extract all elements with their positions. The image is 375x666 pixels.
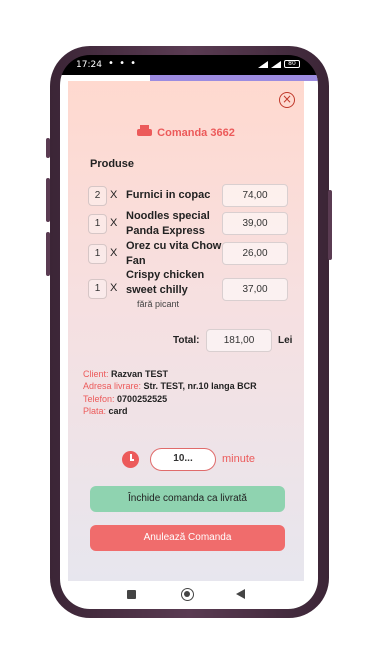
item-name-line1: Furnici in copac — [126, 189, 211, 201]
item-name-line2: Panda Express — [126, 225, 205, 237]
item-price[interactable]: 39,00 — [222, 212, 288, 235]
item-times-sign: X — [110, 247, 118, 259]
item-price[interactable]: 74,00 — [222, 184, 288, 207]
minutes-label: minute — [222, 453, 256, 465]
item-name-line2: Fan — [126, 255, 146, 267]
item-name-line1: Crispy chicken — [126, 269, 205, 281]
item-name: Orez cu vita Chow Fan — [126, 239, 221, 269]
back-icon[interactable] — [236, 589, 245, 599]
status-notification-dots: • • • — [108, 58, 138, 69]
signal-4g-icon — [271, 60, 281, 68]
item-name-line1: Noodles special — [126, 210, 210, 222]
phone-side-button — [46, 178, 50, 222]
status-time: 17:24 — [76, 60, 102, 70]
phone-screen: 17:24 • • • 80 × Comanda 3662 Produse 2 … — [60, 55, 318, 609]
clock-icon — [122, 451, 139, 468]
phone-side-button — [46, 138, 50, 158]
client-info: Client: Razvan TEST — [83, 369, 168, 379]
item-quantity[interactable]: 1 — [88, 279, 107, 299]
item-quantity[interactable]: 1 — [88, 244, 107, 264]
client-value: Razvan TEST — [111, 369, 169, 379]
payment-info: Plata: card — [83, 406, 128, 416]
signal-icon — [258, 60, 268, 68]
app-view: × Comanda 3662 Produse 2 X Furnici in co… — [60, 75, 318, 581]
order-title-text: Comanda 3662 — [157, 127, 235, 139]
phone-side-button — [46, 232, 50, 276]
close-icon[interactable]: × — [279, 92, 295, 108]
item-name: Crispy chicken sweet chilly — [126, 268, 204, 298]
item-name-line2: sweet chilly — [126, 284, 188, 296]
total-value: 181,00 — [206, 329, 272, 352]
status-bar: 17:24 • • • 80 — [60, 55, 318, 75]
item-note: fără picant — [137, 299, 180, 309]
order-title: Comanda 3662 — [68, 125, 304, 139]
item-quantity[interactable]: 1 — [88, 214, 107, 234]
payment-value: card — [108, 406, 128, 416]
phone-info: Telefon: 0700252525 — [83, 394, 167, 404]
phone-key: Telefon: — [83, 394, 115, 404]
item-price[interactable]: 26,00 — [222, 242, 288, 265]
products-label: Produse — [90, 158, 135, 170]
cancel-order-button[interactable]: Anulează Comanda — [90, 525, 285, 551]
minutes-input[interactable]: 10... — [150, 448, 216, 471]
total-label: Total: — [173, 335, 200, 346]
home-icon[interactable] — [181, 588, 194, 601]
item-times-sign: X — [110, 217, 118, 229]
item-times-sign: X — [110, 189, 118, 201]
payment-key: Plata: — [83, 406, 107, 416]
item-quantity[interactable]: 2 — [88, 186, 107, 206]
mark-delivered-button[interactable]: Închide comanda ca livrată — [90, 486, 285, 512]
recent-apps-icon[interactable] — [127, 590, 136, 599]
android-nav-bar — [60, 581, 318, 609]
order-modal: × Comanda 3662 Produse 2 X Furnici in co… — [68, 81, 304, 581]
item-name-line1: Orez cu vita Chow — [126, 240, 222, 252]
item-name: Furnici in copac — [126, 188, 210, 203]
total-currency: Lei — [278, 335, 293, 346]
address-value: Str. TEST, nr.10 langa BCR — [143, 381, 257, 391]
address-info: Adresa livrare: Str. TEST, nr.10 langa B… — [83, 381, 257, 391]
client-key: Client: — [83, 369, 109, 379]
item-times-sign: X — [110, 282, 118, 294]
battery-icon: 80 — [284, 60, 300, 68]
phone-power-button — [328, 190, 332, 260]
item-name: Noodles special Panda Express — [126, 209, 210, 239]
item-price[interactable]: 37,00 — [222, 278, 288, 301]
printer-icon[interactable] — [137, 125, 153, 138]
phone-value[interactable]: 0700252525 — [117, 394, 167, 404]
status-icons: 80 — [258, 60, 300, 68]
address-key: Adresa livrare: — [83, 381, 142, 391]
